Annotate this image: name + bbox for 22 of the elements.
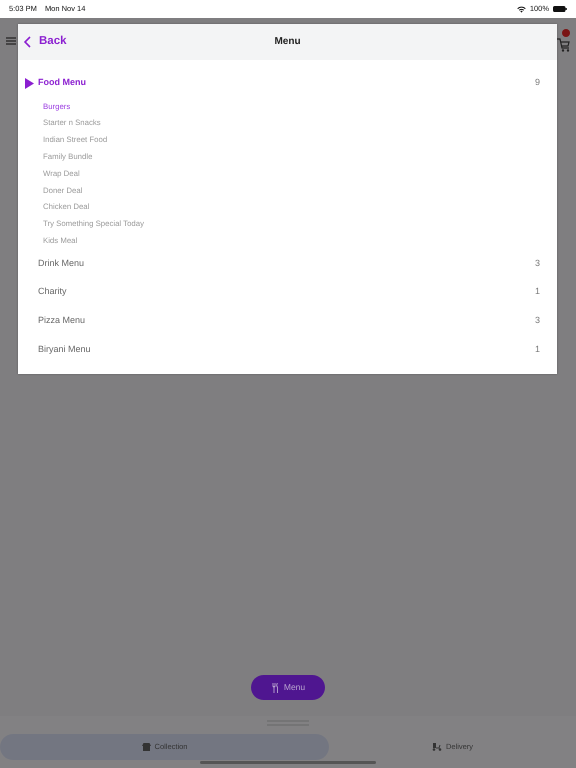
panel-title: Menu xyxy=(274,36,301,47)
drag-handle[interactable] xyxy=(267,720,309,726)
wifi-icon xyxy=(516,6,526,12)
item-count: 9 xyxy=(534,76,540,90)
item-count: 3 xyxy=(534,256,540,270)
category-row[interactable]: Biryani Menu 1 xyxy=(18,334,557,364)
item-count: 1 xyxy=(534,285,540,298)
back-button[interactable]: Back xyxy=(18,33,66,51)
item-count: 1 xyxy=(534,342,540,356)
menu-icon[interactable] xyxy=(6,37,16,45)
chevron-left-icon xyxy=(24,36,31,48)
item-count: 3 xyxy=(534,314,540,327)
battery-icon xyxy=(553,6,567,12)
category-row[interactable]: Drink Menu 3 xyxy=(18,249,557,278)
cutlery-icon xyxy=(270,682,280,692)
scooter-icon xyxy=(432,743,442,751)
category-row[interactable]: Charity 1 xyxy=(18,278,557,306)
category-row[interactable]: Pizza Menu 3 xyxy=(18,306,557,335)
expanded-triangle-icon xyxy=(25,78,34,88)
category-row[interactable]: Food Menu 9 xyxy=(18,68,557,98)
menu-button[interactable]: Menu xyxy=(251,675,325,700)
store-icon xyxy=(142,743,151,751)
